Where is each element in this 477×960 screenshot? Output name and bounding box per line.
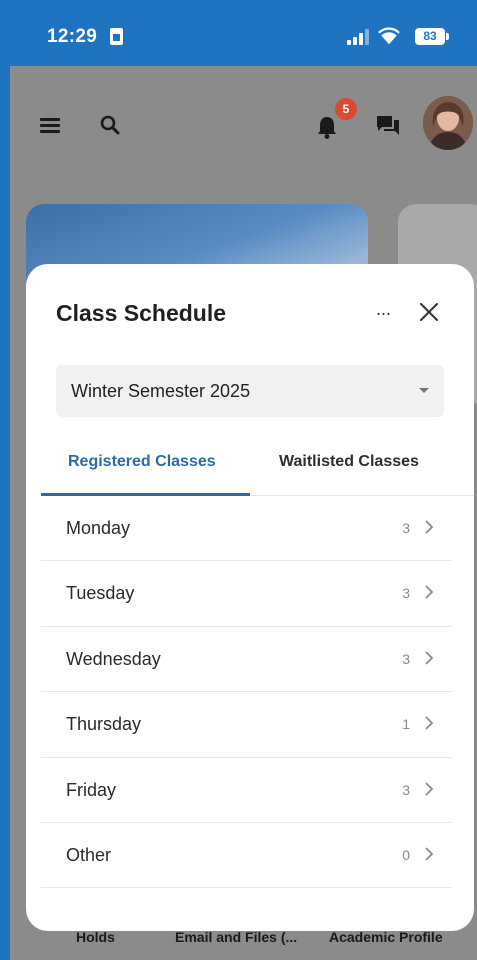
class-count: 3 bbox=[402, 520, 410, 536]
tab-registered-classes[interactable]: Registered Classes bbox=[68, 453, 216, 471]
screen: 12:29 83 5 Holds Email and Files (... Ac… bbox=[0, 0, 477, 960]
chevron-right-icon bbox=[425, 781, 434, 796]
day-label: Tuesday bbox=[66, 583, 135, 604]
chat-icon[interactable] bbox=[375, 113, 401, 137]
search-icon[interactable] bbox=[98, 113, 122, 137]
class-schedule-modal: Class Schedule ··· Winter Semester 2025 … bbox=[26, 264, 474, 931]
app-header: 5 bbox=[10, 66, 477, 186]
semester-value: Winter Semester 2025 bbox=[71, 381, 251, 401]
day-label: Wednesday bbox=[66, 648, 161, 669]
link-holds[interactable]: Holds bbox=[76, 929, 115, 945]
cellular-signal-icon bbox=[347, 29, 369, 45]
semester-select[interactable]: Winter Semester 2025 bbox=[56, 365, 444, 417]
day-row-thursday[interactable]: Thursday 1 bbox=[41, 692, 451, 758]
menu-icon[interactable] bbox=[40, 118, 62, 134]
modal-title: Class Schedule bbox=[56, 300, 227, 326]
chevron-right-icon bbox=[425, 847, 434, 861]
sim-card-icon bbox=[110, 28, 123, 45]
bottom-quick-links: Holds Email and Files (... Academic Prof… bbox=[10, 926, 477, 960]
day-label: Monday bbox=[66, 518, 131, 538]
schedule-tabs: Registered Classes Waitlisted Classes bbox=[41, 439, 474, 496]
tab-waitlisted-classes[interactable]: Waitlisted Classes bbox=[279, 453, 419, 471]
class-count: 3 bbox=[402, 781, 410, 798]
bell-icon[interactable] bbox=[315, 114, 339, 140]
link-academic-profile[interactable]: Academic Profile bbox=[329, 929, 443, 945]
link-email-and-files[interactable]: Email and Files (... bbox=[175, 929, 297, 945]
battery-icon: 83 bbox=[415, 28, 449, 45]
class-count: 3 bbox=[402, 650, 410, 667]
status-bar: 12:29 83 bbox=[0, 0, 477, 66]
class-count: 0 bbox=[402, 846, 410, 863]
avatar[interactable] bbox=[423, 96, 473, 150]
close-icon[interactable] bbox=[414, 297, 444, 327]
day-row-other[interactable]: Other 0 bbox=[41, 823, 451, 889]
wifi-icon bbox=[378, 27, 400, 45]
status-time: 12:29 bbox=[47, 26, 98, 47]
day-row-wednesday[interactable]: Wednesday 3 bbox=[41, 627, 451, 693]
class-count: 1 bbox=[402, 716, 410, 733]
chevron-right-icon bbox=[425, 585, 434, 600]
chevron-right-icon bbox=[425, 520, 434, 534]
notification-badge: 5 bbox=[335, 98, 357, 120]
class-count: 3 bbox=[402, 585, 410, 602]
day-row-tuesday[interactable]: Tuesday 3 bbox=[41, 561, 451, 627]
day-row-friday[interactable]: Friday 3 bbox=[41, 758, 451, 823]
more-options-button[interactable]: ··· bbox=[368, 298, 398, 328]
day-label: Friday bbox=[66, 779, 117, 800]
chevron-down-icon bbox=[419, 388, 429, 393]
day-list: Monday 3 Tuesday 3 Wednesday 3 Thursday … bbox=[41, 496, 451, 889]
day-row-monday[interactable]: Monday 3 bbox=[41, 496, 451, 562]
chevron-right-icon bbox=[425, 651, 434, 665]
day-label: Other bbox=[66, 844, 112, 865]
day-label: Thursday bbox=[66, 714, 142, 735]
chevron-right-icon bbox=[425, 716, 434, 730]
